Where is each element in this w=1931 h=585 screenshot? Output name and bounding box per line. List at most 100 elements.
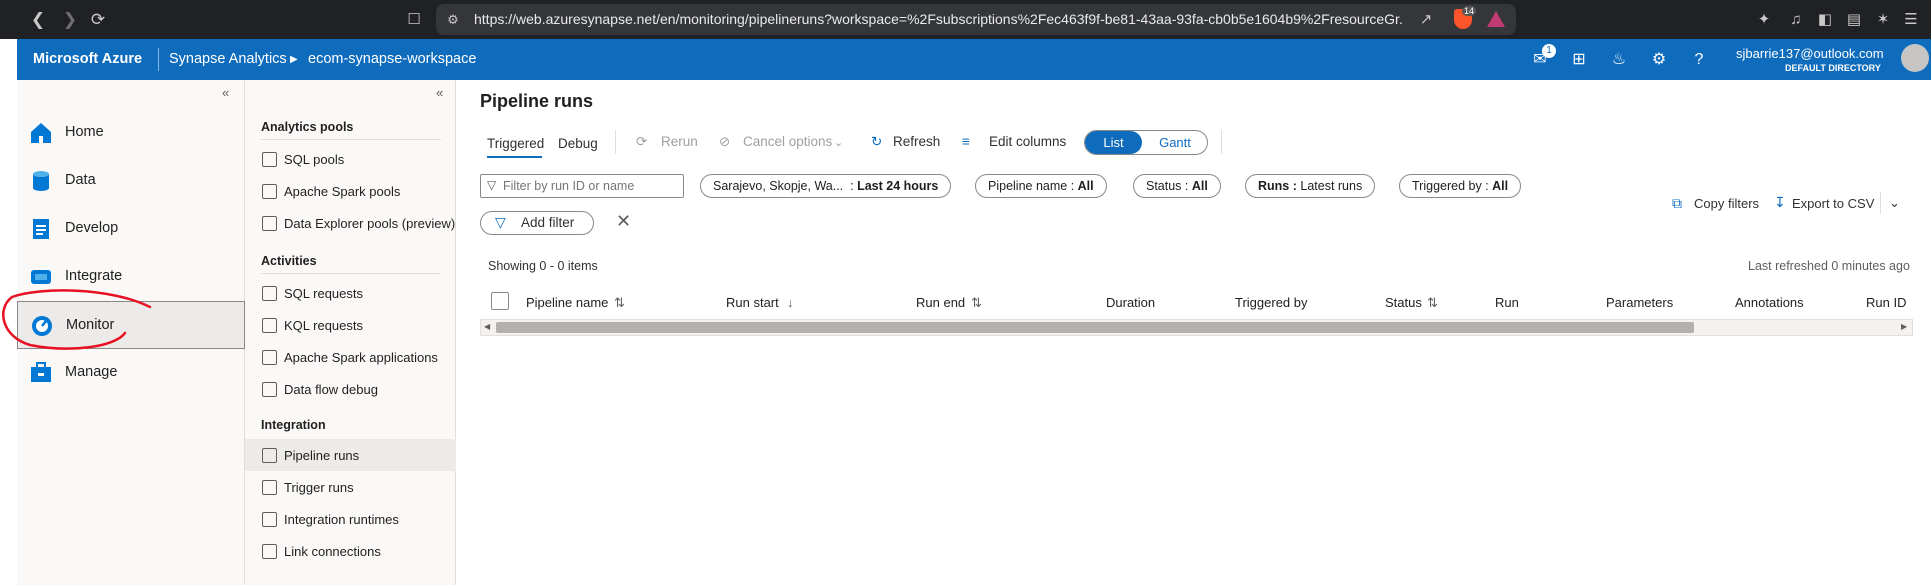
forward-icon[interactable]: ❯ xyxy=(58,8,82,32)
link-icon xyxy=(262,544,277,559)
rerun-icon: ⟳ xyxy=(636,134,648,149)
chevron-down-icon: ⌄ xyxy=(834,137,844,149)
list-icon xyxy=(262,318,277,333)
group-divider xyxy=(261,139,441,140)
leo-icon[interactable]: ✶ xyxy=(1872,9,1894,31)
scroll-right-icon[interactable]: ▶ xyxy=(1901,322,1907,331)
subnav-label: Link connections xyxy=(284,544,381,559)
data-flow-icon xyxy=(262,382,277,397)
brand-label[interactable]: Microsoft Azure xyxy=(33,51,142,67)
bell-icon[interactable]: ♨ xyxy=(1608,49,1630,71)
export-csv-button[interactable]: Export to CSV xyxy=(1792,196,1874,211)
refresh-button[interactable]: Refresh xyxy=(893,134,940,149)
toolbar-divider xyxy=(615,130,616,154)
subnav-item-spark-applications[interactable]: Apache Spark applications xyxy=(245,341,456,373)
tab-debug[interactable]: Debug xyxy=(558,136,598,151)
scrollbar-thumb[interactable] xyxy=(496,322,1694,333)
database-icon xyxy=(33,171,49,191)
sidebar-icon[interactable]: ◧ xyxy=(1814,9,1836,31)
url-text[interactable]: https://web.azuresynapse.net/en/monitori… xyxy=(474,11,1404,27)
bookmark-icon[interactable]: ☐ xyxy=(403,9,425,31)
nav-item-develop[interactable]: Develop xyxy=(17,205,245,253)
subnav-item-pipeline-runs[interactable]: Pipeline runs xyxy=(245,439,456,471)
subnav-item-integration-runtimes[interactable]: Integration runtimes xyxy=(245,503,456,535)
clear-filters-icon[interactable]: ✕ xyxy=(616,211,631,232)
column-run-id[interactable]: Run ID xyxy=(1866,295,1906,310)
avatar[interactable] xyxy=(1901,44,1929,72)
menu-icon[interactable]: ☰ xyxy=(1900,9,1922,31)
brave-rewards-icon[interactable] xyxy=(1487,11,1505,27)
subnav-item-data-explorer-pools[interactable]: Data Explorer pools (preview) xyxy=(245,207,456,239)
select-all-checkbox[interactable] xyxy=(491,292,509,310)
back-icon[interactable]: ❮ xyxy=(26,8,50,32)
column-pipeline-name[interactable]: Pipeline name xyxy=(526,295,608,310)
time-filter-pill[interactable]: Sarajevo, Skopje, Wa... : Last 24 hours xyxy=(700,174,952,198)
group-analytics-pools: Analytics pools xyxy=(261,120,354,134)
extensions-icon[interactable]: ✦ xyxy=(1753,9,1775,31)
view-gantt-button[interactable]: Gantt xyxy=(1145,131,1205,154)
runs-filter-pill[interactable]: Runs : Latest runs xyxy=(1245,174,1376,198)
cancel-options-button[interactable]: Cancel options xyxy=(743,134,832,149)
red-annotation-scribble xyxy=(2,289,152,350)
view-list-button[interactable]: List xyxy=(1085,131,1142,154)
column-parameters[interactable]: Parameters xyxy=(1606,295,1673,310)
nav-item-data[interactable]: Data xyxy=(17,157,245,205)
spark-pool-icon xyxy=(262,184,277,199)
subnav-label: SQL requests xyxy=(284,286,364,301)
triggered-by-filter-pill[interactable]: Triggered by : All xyxy=(1399,174,1522,198)
reload-icon[interactable]: ⟳ xyxy=(86,8,110,32)
workspace-label[interactable]: ecom-synapse-workspace xyxy=(308,51,476,67)
subnav-item-data-flow-debug[interactable]: Data flow debug xyxy=(245,373,456,405)
pipeline-name-filter-pill[interactable]: Pipeline name : All xyxy=(975,174,1107,198)
sort-icon[interactable]: ⇅ xyxy=(1427,295,1438,311)
data-explorer-pool-icon xyxy=(262,216,277,231)
user-email[interactable]: sjbarrie137@outlook.com xyxy=(1736,46,1884,61)
nav-item-manage[interactable]: Manage xyxy=(17,349,245,397)
collapse-subnav-icon[interactable]: « xyxy=(436,85,443,100)
site-info-icon[interactable]: ⚙ xyxy=(442,9,464,31)
nav-item-home[interactable]: Home xyxy=(17,109,245,157)
group-integration: Integration xyxy=(261,418,326,432)
tab-triggered[interactable]: Triggered xyxy=(487,136,544,151)
help-icon[interactable]: ? xyxy=(1688,49,1710,71)
subnav-item-trigger-runs[interactable]: Trigger runs xyxy=(245,471,456,503)
manage-icon xyxy=(31,362,51,382)
subnav-item-link-connections[interactable]: Link connections xyxy=(245,535,456,567)
subnav-label: KQL requests xyxy=(284,318,364,333)
subnav-item-sql-requests[interactable]: SQL requests xyxy=(245,277,456,309)
sort-icon[interactable]: ⇅ xyxy=(614,295,625,311)
sort-icon[interactable]: ⇅ xyxy=(971,295,982,311)
edit-columns-button[interactable]: Edit columns xyxy=(989,134,1066,149)
copy-filters-button[interactable]: Copy filters xyxy=(1694,196,1759,211)
wallet-icon[interactable]: ▤ xyxy=(1843,9,1865,31)
nav-label-manage: Manage xyxy=(65,364,118,380)
column-duration[interactable]: Duration xyxy=(1106,295,1155,310)
share-icon[interactable]: ↗ xyxy=(1415,9,1437,31)
notification-count-badge: 1 xyxy=(1542,44,1556,58)
switch-directory-icon[interactable]: ⊞ xyxy=(1568,49,1590,71)
sort-desc-icon[interactable]: ↓ xyxy=(787,295,794,310)
subnav-item-kql-requests[interactable]: KQL requests xyxy=(245,309,456,341)
column-run-start[interactable]: Run start xyxy=(726,295,779,310)
filter-search-input[interactable] xyxy=(503,176,681,196)
rerun-button[interactable]: Rerun xyxy=(661,134,698,149)
column-annotations[interactable]: Annotations xyxy=(1735,295,1804,310)
column-triggered-by[interactable]: Triggered by xyxy=(1235,295,1308,310)
page-title: Pipeline runs xyxy=(480,91,594,111)
monitor-subnav: « Analytics pools SQL pools Apache Spark… xyxy=(245,80,456,585)
more-chevron-icon[interactable]: ⌄ xyxy=(1889,195,1900,211)
subnav-item-sql-pools[interactable]: SQL pools xyxy=(245,143,456,175)
column-run-end[interactable]: Run end xyxy=(916,295,965,310)
status-filter-pill[interactable]: Status : All xyxy=(1133,174,1221,198)
pipeline-filter-value: All xyxy=(1077,179,1094,193)
gear-icon[interactable]: ⚙ xyxy=(1648,49,1670,71)
column-status[interactable]: Status xyxy=(1385,295,1422,310)
collapse-nav-icon[interactable]: « xyxy=(222,85,229,100)
nav-label-develop: Develop xyxy=(65,220,119,236)
scroll-left-icon[interactable]: ◀ xyxy=(484,322,490,331)
service-label[interactable]: Synapse Analytics xyxy=(169,51,287,67)
music-icon[interactable]: ♫ xyxy=(1785,9,1807,31)
last-refreshed-text: Last refreshed 0 minutes ago xyxy=(1748,259,1910,273)
column-run[interactable]: Run xyxy=(1495,295,1519,310)
subnav-item-spark-pools[interactable]: Apache Spark pools xyxy=(245,175,456,207)
